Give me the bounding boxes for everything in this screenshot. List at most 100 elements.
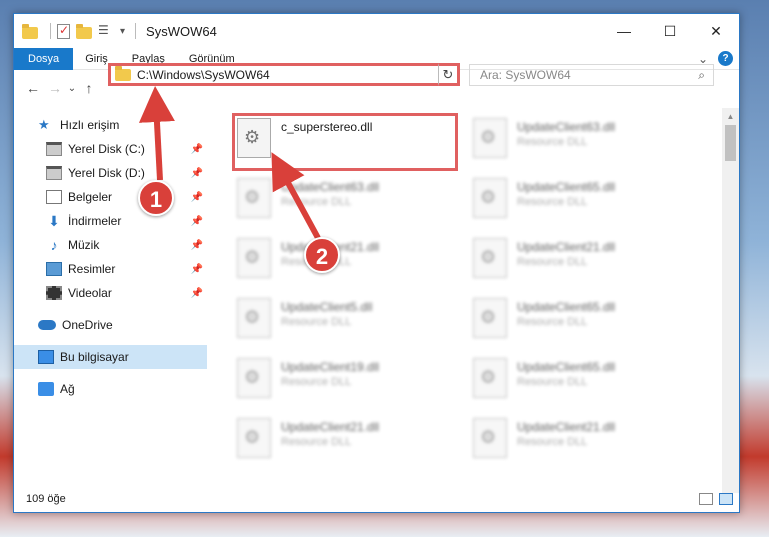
file-description: Resource DLL (281, 316, 352, 328)
sidebar-item-downloads[interactable]: ⬇ İndirmeler 📌 (14, 209, 207, 233)
computer-icon (38, 350, 54, 364)
sidebar-item-label: Belgeler (68, 190, 113, 204)
sidebar-item-quick-access[interactable]: ★ Hızlı erişim (14, 113, 207, 137)
file-item[interactable]: UpdateClient21.dllResource DLL (473, 232, 703, 290)
file-name: UpdateClient65.dll (517, 300, 616, 314)
music-icon: ♪ (50, 237, 58, 253)
file-item[interactable]: UpdateClient21.dllResource DLL (473, 412, 703, 470)
sidebar-item-label: Yerel Disk (D:) (68, 166, 145, 180)
details-view-icon[interactable] (699, 493, 713, 505)
pin-icon[interactable]: 📌 (191, 168, 203, 179)
document-icon (46, 190, 62, 204)
up-button[interactable]: ↑ (78, 80, 100, 96)
vertical-scrollbar[interactable]: ▲ (722, 108, 739, 493)
search-input[interactable]: Ara: SysWOW64 ⌕ (469, 64, 714, 86)
minimize-button[interactable]: — (601, 14, 647, 48)
search-icon[interactable]: ⌕ (698, 68, 705, 83)
dll-file-icon (473, 238, 507, 278)
download-icon: ⬇ (48, 212, 60, 229)
status-bar: 109 öğe (14, 486, 739, 512)
file-description: Resource DLL (281, 376, 352, 388)
pin-icon[interactable]: 📌 (191, 264, 203, 275)
file-description: Resource DLL (281, 436, 352, 448)
file-name: UpdateClient65.dll (517, 180, 616, 194)
callout-1: 1 (138, 180, 174, 216)
sidebar-item-label: İndirmeler (68, 214, 122, 228)
recent-locations-button[interactable]: ⌄ (66, 83, 78, 94)
pin-icon[interactable]: 📌 (191, 216, 203, 227)
folder-icon (22, 23, 38, 39)
pictures-icon (46, 262, 62, 276)
address-path[interactable]: C:\Windows\SysWOW64 (137, 68, 439, 82)
sidebar-item-label: Ağ (60, 382, 75, 396)
search-placeholder: Ara: SysWOW64 (480, 68, 571, 82)
file-item[interactable]: UpdateClient63.dll Resource DLL (237, 172, 467, 230)
refresh-button[interactable]: ↻ (438, 63, 460, 86)
file-item[interactable]: UpdateClient21.dllResource DLL (237, 412, 467, 470)
new-folder-icon[interactable] (76, 23, 92, 39)
navigation-pane: ★ Hızlı erişim Yerel Disk (C:) 📌 Yerel D… (14, 113, 207, 483)
file-item[interactable]: UpdateClient65.dll Resource DLL (473, 292, 703, 350)
file-description: Resource DLL (281, 196, 352, 208)
pin-icon[interactable]: 📌 (191, 240, 203, 251)
rename-icon[interactable]: ☰ (98, 23, 114, 39)
dll-file-icon (237, 418, 271, 458)
maximize-button[interactable]: ☐ (647, 14, 693, 48)
dll-file-icon (473, 178, 507, 218)
help-icon[interactable]: ? (718, 51, 733, 66)
dll-file-icon (237, 358, 271, 398)
sidebar-item-pictures[interactable]: Resimler 📌 (14, 257, 207, 281)
sidebar-item-onedrive[interactable]: OneDrive (14, 313, 207, 337)
divider (50, 23, 51, 39)
star-icon: ★ (38, 117, 50, 132)
file-item[interactable]: UpdateClient5.dll Resource DLL (237, 292, 467, 350)
sidebar-item-label: OneDrive (62, 318, 113, 332)
drive-icon (46, 166, 62, 180)
dll-file-icon (473, 298, 507, 338)
close-button[interactable]: ✕ (693, 14, 739, 48)
scrollbar-thumb[interactable] (725, 125, 736, 161)
file-name: UpdateClient21.dll (517, 240, 616, 254)
tab-file[interactable]: Dosya (14, 47, 74, 70)
drive-icon (46, 142, 62, 156)
sidebar-item-label: Bu bilgisayar (60, 350, 129, 364)
network-icon (38, 382, 54, 396)
file-description: Resource DLL (517, 316, 588, 328)
sidebar-item-label: Videolar (68, 286, 112, 300)
sidebar-item-local-disk-c[interactable]: Yerel Disk (C:) 📌 (14, 137, 207, 161)
sidebar-item-network[interactable]: Ağ (14, 377, 207, 401)
file-name: UpdateClient5.dll (281, 300, 373, 314)
sidebar-item-label: Resimler (68, 262, 116, 276)
dll-file-icon (237, 298, 271, 338)
file-item[interactable]: UpdateClient65.dll Resource DLL (473, 352, 703, 410)
file-item[interactable]: UpdateClient21.dllResource DLL (237, 232, 467, 290)
sidebar-item-music[interactable]: ♪ Müzik 📌 (14, 233, 207, 257)
file-description: Resource DLL (517, 196, 588, 208)
file-item[interactable]: UpdateClient63.dll Resource DLL (473, 112, 703, 170)
back-button[interactable]: ← (22, 80, 44, 96)
sidebar-item-label: Müzik (68, 238, 100, 252)
file-name: UpdateClient63.dll (517, 120, 616, 134)
title-bar: ☰ ▾ SysWOW64 — ☐ ✕ (14, 14, 739, 48)
file-name: UpdateClient63.dll (281, 180, 380, 194)
sidebar-item-videos[interactable]: Videolar 📌 (14, 281, 207, 305)
address-bar[interactable]: C:\Windows\SysWOW64 ⌄ (108, 63, 460, 86)
properties-icon[interactable] (57, 23, 70, 39)
file-item[interactable]: UpdateClient65.dll Resource DLL (473, 172, 703, 230)
forward-button[interactable]: → (44, 80, 66, 96)
file-highlight-box (232, 113, 458, 171)
video-icon (46, 286, 62, 300)
pin-icon[interactable]: 📌 (191, 192, 203, 203)
pin-icon[interactable]: 📌 (191, 288, 203, 299)
customize-qa-icon[interactable]: ▾ (120, 26, 125, 37)
sidebar-item-label: Hızlı erişim (60, 118, 120, 132)
tiles-view-icon[interactable] (719, 493, 733, 505)
pin-icon[interactable]: 📌 (191, 144, 203, 155)
dll-file-icon (237, 238, 271, 278)
sidebar-item-documents[interactable]: Belgeler 📌 (14, 185, 207, 209)
scroll-up-icon[interactable]: ▲ (722, 108, 739, 125)
sidebar-item-local-disk-d[interactable]: Yerel Disk (D:) 📌 (14, 161, 207, 185)
file-item[interactable]: UpdateClient19.dll Resource DLL (237, 352, 467, 410)
sidebar-item-this-pc[interactable]: Bu bilgisayar (14, 345, 207, 369)
file-description: Resource DLL (517, 136, 588, 148)
